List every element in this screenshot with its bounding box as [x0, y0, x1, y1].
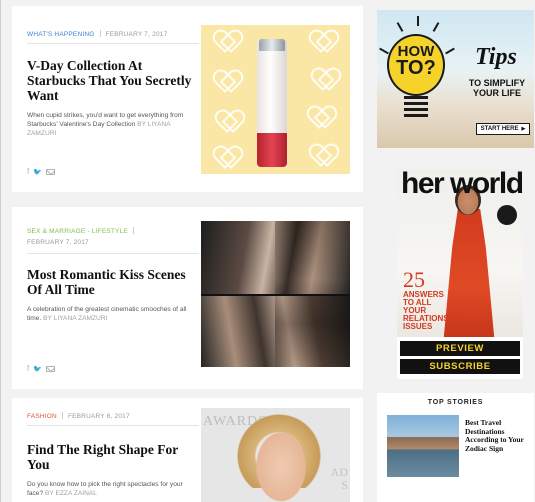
story-title[interactable]: Best Travel Destinations According to Yo…: [465, 418, 529, 453]
play-arrow-icon: ▶: [521, 126, 526, 132]
meta-divider: [61, 412, 63, 419]
article-text: SEX & MARRIAGE - LIFESTYLE FEBRUARY 7, 2…: [27, 226, 199, 323]
article-card[interactable]: SEX & MARRIAGE - LIFESTYLE FEBRUARY 7, 2…: [12, 207, 363, 389]
facebook-icon[interactable]: f: [27, 364, 29, 373]
article-category[interactable]: WHAT'S HAPPENING: [27, 31, 95, 38]
bulb-to: TO?: [396, 57, 436, 79]
ad-magazine[interactable]: her world 25 ANSWERS TO ALL YOUR RELATIO…: [397, 169, 523, 379]
article-meta: FASHION FEBRUARY 6, 2017: [27, 412, 199, 426]
bulb-ray: [445, 47, 455, 55]
subscribe-button[interactable]: SUBSCRIBE: [400, 359, 520, 374]
tips-title: Tips: [475, 44, 517, 70]
twitter-icon[interactable]: 🐦: [33, 168, 42, 176]
article-author[interactable]: BY EZZA ZAINAL: [45, 490, 97, 497]
tumbler-lid: [259, 39, 285, 51]
bulb-ray: [417, 16, 419, 26]
backdrop-text: AD S: [330, 465, 348, 492]
article-category[interactable]: SEX & MARRIAGE: [27, 228, 85, 235]
portrait-face: [243, 414, 319, 502]
share-bar: f 🐦: [27, 167, 55, 176]
article-excerpt: When cupid strikes, you'd want to get ev…: [27, 111, 199, 138]
cover-headline: ANSWERS TO ALL YOUR RELATIONSHIP ISSUES: [403, 290, 462, 331]
bulb-ray: [432, 22, 440, 32]
article-title[interactable]: Most Romantic Kiss Scenes Of All Time: [27, 267, 199, 297]
article-thumbnail[interactable]: AWARDS AD S: [201, 408, 350, 502]
lightbulb-base: [404, 96, 428, 120]
film-divider: [201, 294, 350, 296]
tumbler-base: [257, 133, 287, 167]
article-excerpt: A celebration of the greatest cinematic …: [27, 305, 199, 323]
heart-shape: [313, 69, 335, 89]
heart-shape: [215, 71, 237, 91]
meta-divider: [99, 30, 101, 37]
article-thumbnail[interactable]: [201, 221, 350, 367]
article-meta: WHAT'S HAPPENING FEBRUARY 7, 2017: [27, 30, 199, 44]
article-excerpt: Do you know how to pick the right specta…: [27, 480, 199, 498]
top-stories-heading: TOP STORIES: [427, 399, 484, 406]
article-author[interactable]: BY LIYANA ZAMZURI: [43, 315, 107, 322]
email-icon[interactable]: [45, 169, 55, 175]
article-category[interactable]: FASHION: [27, 413, 57, 420]
heart-shape: [215, 31, 237, 51]
meta-divider: [132, 227, 134, 234]
magazine-cover[interactable]: her world 25 ANSWERS TO ALL YOUR RELATIO…: [397, 169, 523, 337]
article-date: FEBRUARY 7, 2017: [105, 31, 168, 38]
email-icon[interactable]: [45, 366, 55, 372]
start-here-label: START HERE: [480, 126, 519, 132]
ad-tips-banner[interactable]: HOW TO? Tips TO SIMPLIFY YOUR LIFE START…: [377, 10, 534, 148]
facebook-icon[interactable]: f: [27, 167, 29, 176]
bulb-text: HOW TO?: [387, 44, 445, 79]
heart-shape: [215, 147, 237, 167]
heart-shape: [217, 111, 239, 131]
twitter-icon[interactable]: 🐦: [33, 365, 42, 373]
article-category-secondary[interactable]: LIFESTYLE: [92, 228, 128, 235]
article-text: FASHION FEBRUARY 6, 2017 Find The Right S…: [27, 412, 199, 498]
top-stories-widget: TOP STORIES Best Travel Destinations Acc…: [377, 393, 534, 502]
article-date: FEBRUARY 6, 2017: [67, 413, 130, 420]
article-card[interactable]: FASHION FEBRUARY 6, 2017 Find The Right S…: [12, 398, 363, 502]
article-text: WHAT'S HAPPENING FEBRUARY 7, 2017 V-Day C…: [27, 30, 199, 138]
story-thumbnail[interactable]: [387, 415, 459, 477]
heart-shape: [311, 31, 333, 51]
article-card[interactable]: WHAT'S HAPPENING FEBRUARY 7, 2017 V-Day C…: [12, 6, 363, 192]
bulb-ray: [396, 22, 404, 32]
heart-shape: [311, 145, 333, 165]
article-thumbnail[interactable]: [201, 25, 350, 174]
share-bar: f 🐦: [27, 364, 55, 373]
preview-button[interactable]: PREVIEW: [400, 341, 520, 356]
article-title[interactable]: Find The Right Shape For You: [27, 442, 199, 472]
start-here-button[interactable]: START HERE ▶: [476, 123, 530, 135]
cover-badge: [497, 205, 517, 225]
article-title[interactable]: V-Day Collection At Starbucks That You S…: [27, 58, 199, 103]
article-meta: SEX & MARRIAGE - LIFESTYLE FEBRUARY 7, 2…: [27, 226, 199, 254]
article-date: FEBRUARY 7, 2017: [27, 239, 89, 246]
magazine-masthead: her world: [401, 169, 523, 200]
tips-subtitle: TO SIMPLIFY YOUR LIFE: [468, 78, 526, 98]
heart-shape: [309, 107, 331, 127]
tumbler-product: [257, 39, 287, 167]
